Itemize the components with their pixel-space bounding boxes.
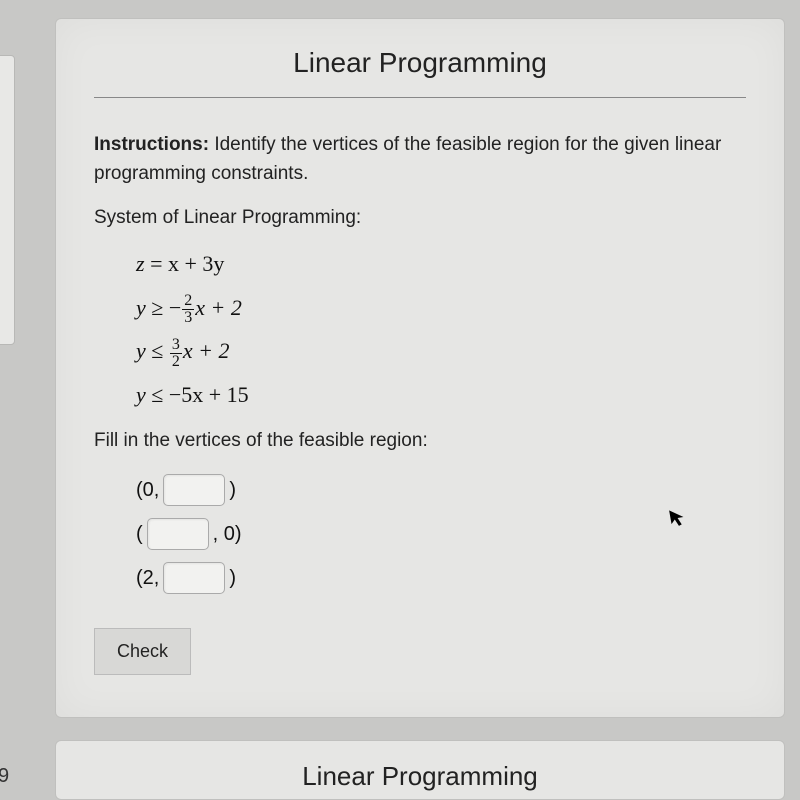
problem-card: Linear Programming Instructions: Identif… (55, 18, 785, 718)
v3-pre: (2, (136, 552, 159, 604)
vertex-1-y-input[interactable] (163, 474, 225, 506)
eq2-num: 2 (182, 293, 194, 310)
instructions-label: Instructions: (94, 134, 209, 155)
v3-post: ) (229, 552, 236, 604)
v2-mid: , 0) (213, 508, 242, 560)
page-title: Linear Programming (94, 47, 746, 79)
eq3-lhs: y (136, 338, 146, 363)
equations-block: z = x + 3y y ≥ −23x + 2 y ≤ 32x + 2 y ≤ … (136, 243, 746, 416)
eq4-lhs: y (136, 382, 146, 407)
divider (94, 97, 746, 98)
eq3-tail: x + 2 (183, 338, 230, 363)
eq3-fraction: 32 (170, 337, 182, 370)
eq2-lhs: y (136, 295, 146, 320)
fill-vertices-label: Fill in the vertices of the feasible reg… (94, 430, 746, 452)
sidebar-fragment (0, 55, 15, 345)
system-label: System of Linear Programming: (94, 207, 746, 229)
vertex-row-2: ( , 0) (136, 512, 746, 556)
equation-3: y ≤ 32x + 2 (136, 330, 746, 372)
vertex-3-y-input[interactable] (163, 562, 225, 594)
eq4-rhs: ≤ −5x + 15 (146, 382, 249, 407)
eq1-rhs: = x + 3y (145, 251, 225, 276)
equation-2: y ≥ −23x + 2 (136, 287, 746, 329)
instructions: Instructions: Identify the vertices of t… (94, 130, 746, 189)
vertex-row-1: (0, ) (136, 468, 746, 512)
sidebar-number-bottom: 9 (0, 765, 9, 788)
eq2-op: ≥ − (146, 295, 181, 320)
eq3-num: 3 (170, 337, 182, 354)
eq3-den: 2 (170, 354, 182, 370)
eq2-den: 3 (182, 310, 194, 326)
equation-1: z = x + 3y (136, 243, 746, 285)
eq2-tail: x + 2 (195, 295, 242, 320)
next-problem-card: Linear Programming (55, 740, 785, 800)
eq1-lhs: z (136, 251, 145, 276)
equation-4: y ≤ −5x + 15 (136, 374, 746, 416)
vertex-row-3: (2, ) (136, 556, 746, 600)
eq3-op: ≤ (146, 338, 169, 363)
vertex-2-x-input[interactable] (147, 518, 209, 550)
check-button[interactable]: Check (94, 628, 191, 675)
eq2-fraction: 23 (182, 293, 194, 326)
vertices-block: (0, ) ( , 0) (2, ) (136, 468, 746, 600)
next-title: Linear Programming (94, 761, 746, 792)
